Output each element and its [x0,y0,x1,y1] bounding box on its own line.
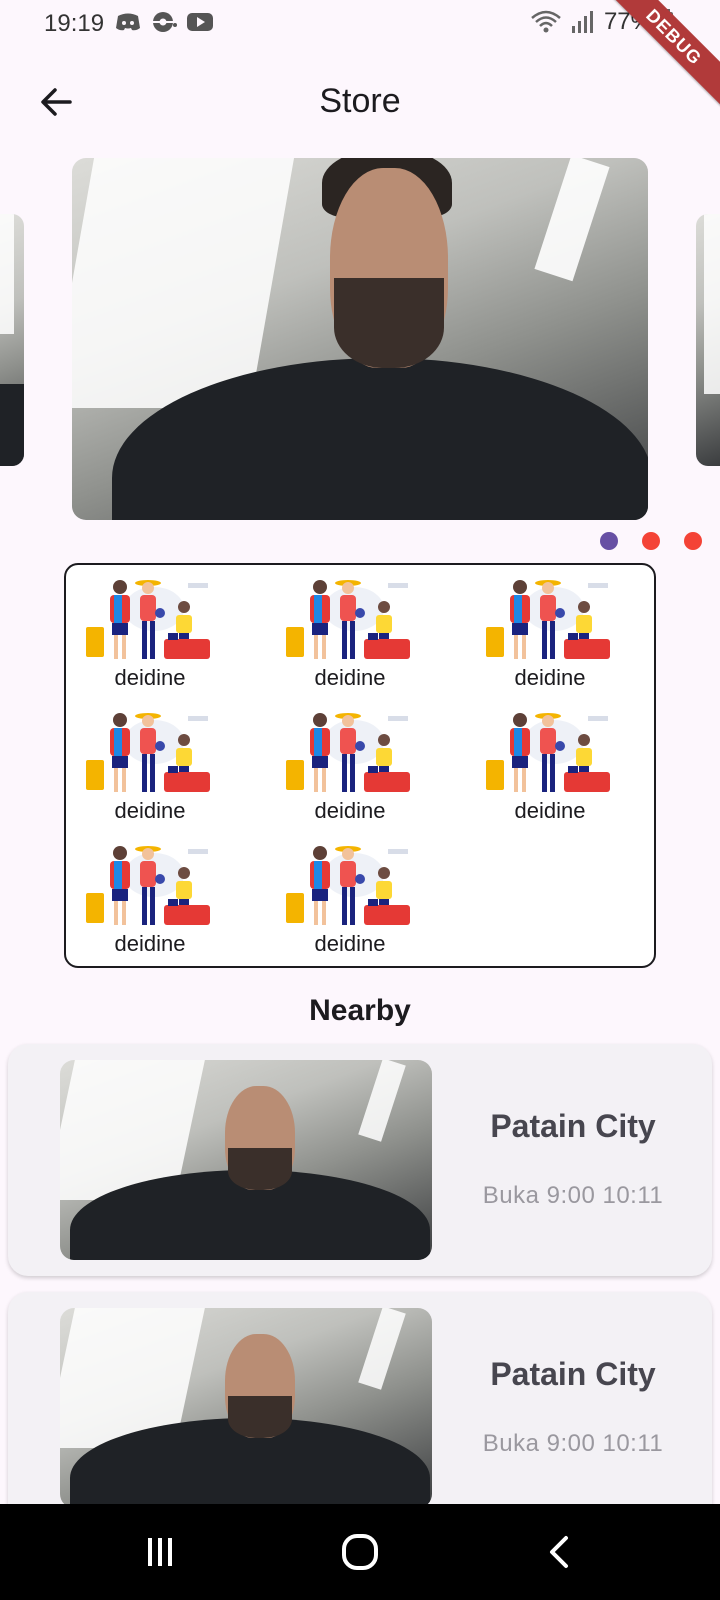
category-item[interactable]: deidine [466,565,616,693]
category-thumbnail [84,706,216,802]
back-icon [550,1536,568,1568]
pokeball-icon [153,12,177,32]
status-bar: 19:19 77% [0,0,720,48]
category-thumbnail [84,839,216,935]
system-nav-bar [0,1504,720,1600]
nearby-photo [60,1060,432,1260]
travel-family-illustration [484,706,616,802]
category-thumbnail [284,706,416,802]
nearby-heading: Nearby [309,994,411,1027]
category-item[interactable]: deidine [66,565,216,693]
store-photo [72,158,648,520]
category-item[interactable]: deidine [266,831,416,959]
category-label: deidine [114,798,186,823]
category-item[interactable]: deidine [266,698,416,826]
category-label: deidine [314,665,386,690]
carousel-dot[interactable] [600,532,618,550]
category-item[interactable]: deidine [266,565,416,693]
home-button[interactable] [336,1530,384,1574]
nearby-card[interactable]: Patain City Buka 9:00 10:11 [8,1044,712,1276]
nearby-store-hours: Buka 9:00 10:11 [482,1182,664,1209]
wifi-icon [531,10,561,33]
store-photo [60,1308,432,1508]
signal-icon [571,11,593,33]
category-label: deidine [114,931,186,956]
category-thumbnail [484,573,616,669]
carousel-current-slide[interactable] [72,158,648,520]
youtube-icon [187,13,213,31]
app-bar: Store [0,56,720,148]
category-thumbnail [84,573,216,669]
travel-family-illustration [284,839,416,935]
category-label: deidine [514,665,586,690]
nearby-photo [60,1308,432,1508]
next-slide-photo [696,214,720,466]
discord-icon [116,13,140,31]
category-thumbnail [284,839,416,935]
image-carousel[interactable] [0,158,720,522]
travel-family-illustration [84,706,216,802]
nearby-store-hours: Buka 9:00 10:11 [482,1430,664,1457]
category-item[interactable]: deidine [66,831,216,959]
nearby-card[interactable]: Patain City Buka 9:00 10:11 [8,1292,712,1524]
category-label: deidine [314,798,386,823]
carousel-dot[interactable] [642,532,660,550]
category-item[interactable]: deidine [466,698,616,826]
nearby-store-name: Patain City [490,1356,656,1392]
category-thumbnail [284,573,416,669]
recent-apps-button[interactable] [136,1530,184,1574]
carousel-next-slide[interactable] [696,214,720,466]
category-label: deidine [314,931,386,956]
category-thumbnail [484,706,616,802]
store-photo [60,1060,432,1260]
category-grid: deidine deidine deidine deidine deidine … [64,563,656,968]
category-label: deidine [514,798,586,823]
travel-family-illustration [484,573,616,669]
nearby-store-name: Patain City [490,1108,656,1144]
back-nav-button[interactable] [536,1530,584,1574]
travel-family-illustration [284,573,416,669]
travel-family-illustration [84,839,216,935]
category-item[interactable]: deidine [66,698,216,826]
recent-apps-icon [148,1538,172,1566]
carousel-dot[interactable] [684,532,702,550]
carousel-indicator [600,532,702,550]
carousel-prev-slide[interactable] [0,214,24,466]
page-title: Store [319,82,401,120]
travel-family-illustration [84,573,216,669]
status-left-icons [114,10,214,34]
travel-family-illustration [284,706,416,802]
status-time: 19:19 [44,10,105,37]
home-icon [342,1534,378,1570]
prev-slide-photo [0,214,24,466]
category-label: deidine [114,665,186,690]
